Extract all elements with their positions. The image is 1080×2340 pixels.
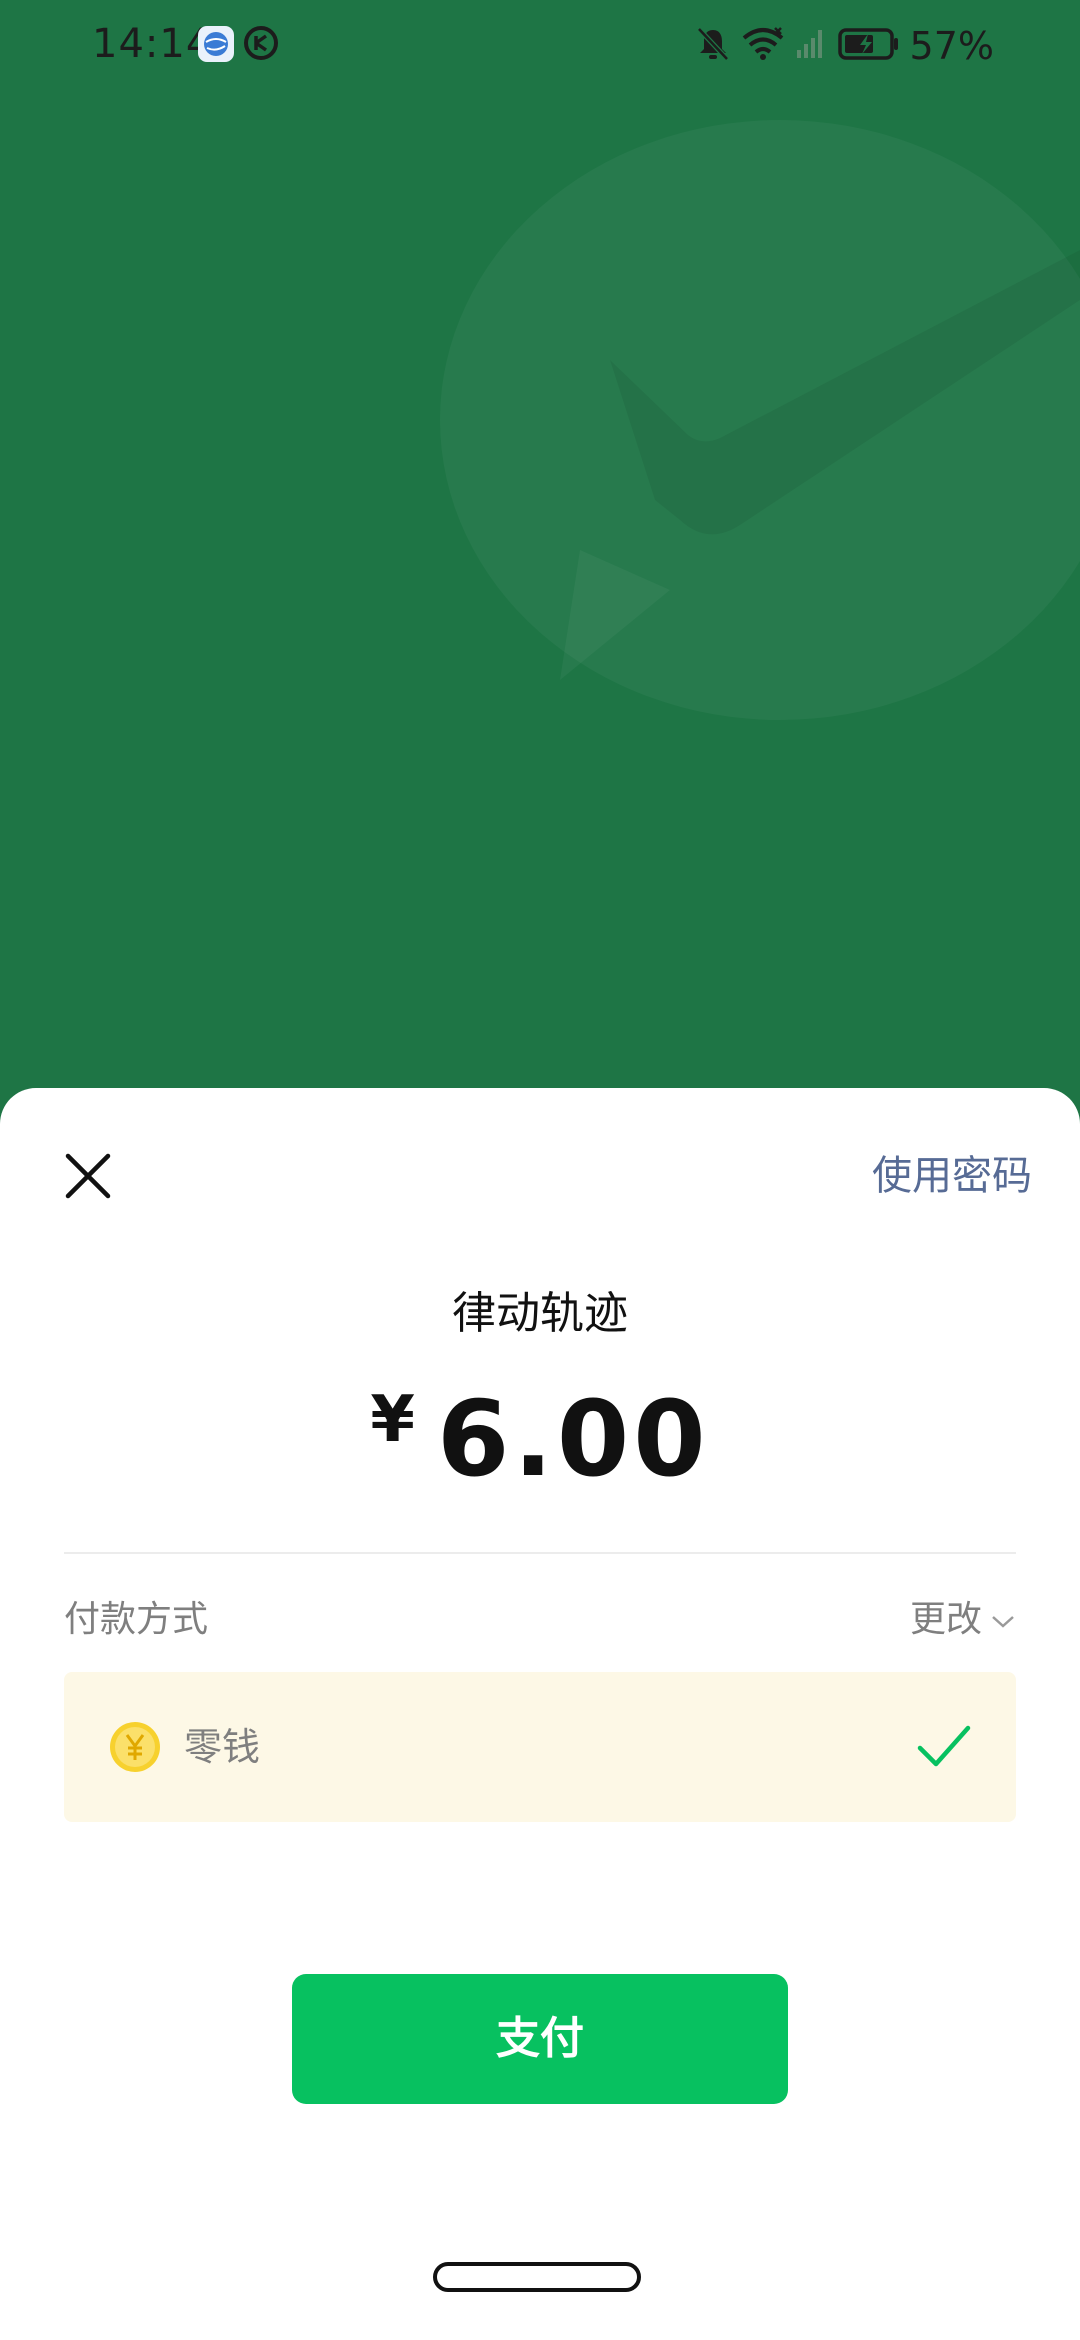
signal-icon xyxy=(796,26,826,66)
change-label: 更改 xyxy=(909,1599,982,1640)
wechat-pay-logo-icon xyxy=(440,120,1080,760)
payment-method-label: 付款方式 xyxy=(64,1599,209,1640)
close-icon[interactable] xyxy=(56,1144,120,1208)
payment-sheet: 使用密码 律动轨迹 ¥6.00 付款方式 更改 零钱 支付 xyxy=(0,1088,1080,2340)
merchant-name: 律动轨迹 xyxy=(452,1288,628,1339)
browser-app-icon xyxy=(198,26,234,62)
payment-method-option-balance[interactable]: 零钱 xyxy=(64,1672,1016,1822)
amount-value: 6.00 xyxy=(436,1378,710,1500)
chevron-down-icon xyxy=(982,1594,1016,1646)
payment-method-name: 零钱 xyxy=(184,1725,261,1769)
checkmark-icon xyxy=(916,1722,972,1772)
home-indicator[interactable] xyxy=(433,2262,641,2292)
coin-icon xyxy=(108,1720,162,1774)
currency-symbol: ¥ xyxy=(370,1383,415,1457)
divider xyxy=(64,1552,1016,1554)
status-bar: 14:14 57% xyxy=(0,0,1080,92)
battery-percent: 57% xyxy=(909,24,994,68)
bell-muted-icon xyxy=(696,26,730,66)
battery-charging-icon xyxy=(837,27,900,65)
use-password-link[interactable]: 使用密码 xyxy=(872,1144,1032,1208)
status-time: 14:14 xyxy=(92,21,213,67)
app-notification-icon xyxy=(242,24,280,62)
wifi-icon xyxy=(742,26,784,66)
change-payment-button[interactable]: 更改 xyxy=(910,1594,1016,1646)
status-icons: 57% xyxy=(684,18,994,74)
pay-button[interactable]: 支付 xyxy=(292,1974,788,2104)
payment-amount: ¥6.00 xyxy=(0,1360,1080,1530)
